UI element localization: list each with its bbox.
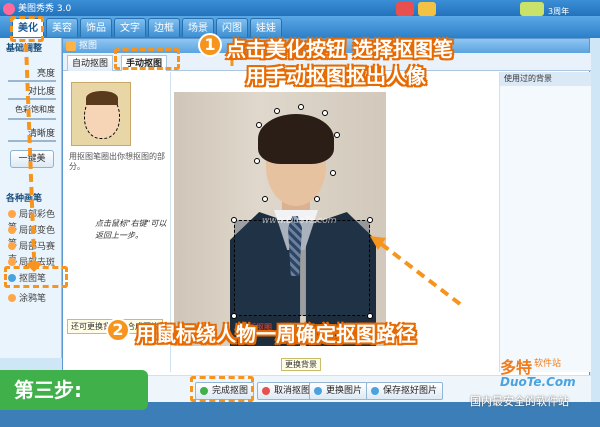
step-number-1: 1 (198, 33, 222, 57)
brand-sub: 软件站 (534, 359, 562, 369)
step-number-2: 2 (106, 318, 130, 342)
brand-url: DuoTe.Com (500, 375, 576, 389)
callout-step2: 用鼠标绕人物一周确定抠图路径 (136, 322, 416, 346)
step-badge: 第三步: (0, 370, 148, 410)
app-window: 美图秀秀 3.0 3周年 美化 美容 饰品 文字 边框 场景 闪图 娃娃 基础调… (0, 0, 600, 427)
callout-step1-line1: 点击美化按钮 选择抠图笔 (226, 37, 453, 61)
footer-text: 国内最安全的软件站 (470, 395, 569, 408)
callout-step1-line2: 用手动抠图抠出人像 (246, 64, 426, 88)
